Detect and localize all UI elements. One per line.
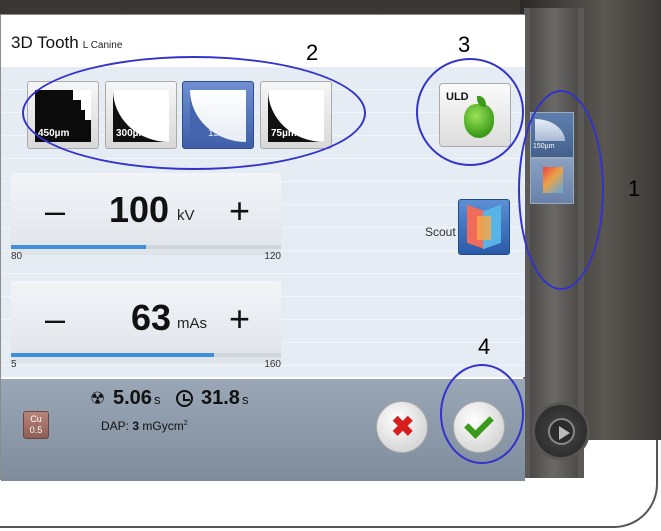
- exposure-time: 5.06 s: [113, 387, 160, 410]
- title-bar: 3D Tooth L Canine: [1, 15, 525, 67]
- dap-unit: mGycm: [142, 419, 184, 433]
- screen: 150µm 3D Tooth L Canine 450µm 300µm 150µ…: [0, 0, 661, 531]
- kv-increase-button[interactable]: +: [229, 193, 250, 229]
- mas-value: 63: [131, 297, 172, 338]
- kv-min: 80: [11, 251, 23, 262]
- play-button[interactable]: [532, 402, 590, 460]
- scan-time-value: 31.8: [201, 387, 240, 409]
- mas-max: 160: [264, 359, 281, 370]
- mas-control: – 63 mAs + 5 160: [11, 281, 281, 370]
- scout-label: Scout: [425, 225, 456, 239]
- annotation-ellipse-2: [22, 56, 366, 170]
- copper-filter-badge[interactable]: Cu 0.5: [23, 411, 49, 439]
- scan-time-unit: s: [241, 392, 249, 407]
- kv-slider[interactable]: [11, 245, 281, 249]
- exposure-time-unit: s: [153, 392, 161, 407]
- close-icon: ✖: [391, 411, 415, 442]
- radiation-icon: ☢: [90, 389, 106, 408]
- exposure-time-value: 5.06: [113, 387, 152, 409]
- clock-icon: [176, 390, 193, 407]
- annotation-number-3: 3: [458, 32, 471, 57]
- kv-decrease-button[interactable]: –: [45, 193, 65, 229]
- kv-value: 100: [109, 189, 170, 230]
- dap-label: DAP:: [101, 419, 130, 433]
- mas-slider-fill: [11, 353, 214, 357]
- title-text: 3D Tooth: [11, 33, 79, 52]
- dap-unit-exponent: 2: [183, 420, 188, 427]
- mas-increase-button[interactable]: +: [229, 301, 250, 337]
- mas-decrease-button[interactable]: –: [45, 301, 65, 337]
- kv-max: 120: [264, 251, 281, 262]
- annotation-ellipse-1: [518, 90, 604, 290]
- dap-readout: DAP: 3 mGycm2: [101, 419, 188, 433]
- mas-min: 5: [11, 359, 17, 370]
- annotation-number-2: 2: [306, 40, 319, 65]
- kv-control: – 100 kV + 80 120: [11, 173, 281, 262]
- mas-unit: mAs: [177, 315, 207, 332]
- filter-material: Cu: [30, 414, 42, 424]
- filter-thickness: 0.5: [29, 425, 43, 435]
- title-subtitle: L Canine: [82, 40, 123, 51]
- mas-slider[interactable]: [11, 353, 281, 357]
- kv-unit: kV: [177, 207, 195, 224]
- annotation-number-4: 4: [478, 334, 491, 359]
- cancel-button[interactable]: ✖: [376, 401, 428, 453]
- play-ring: [548, 418, 575, 445]
- annotation-ellipse-3: [416, 58, 524, 166]
- kv-slider-fill: [11, 245, 146, 249]
- dialog-title: 3D Tooth L Canine: [11, 33, 122, 53]
- annotation-number-1: 1: [628, 176, 641, 201]
- play-icon: [559, 426, 570, 440]
- annotation-ellipse-4: [440, 364, 524, 464]
- scout-button[interactable]: [458, 199, 510, 255]
- dap-value: 3: [132, 419, 140, 433]
- scan-time: 31.8 s: [201, 387, 248, 410]
